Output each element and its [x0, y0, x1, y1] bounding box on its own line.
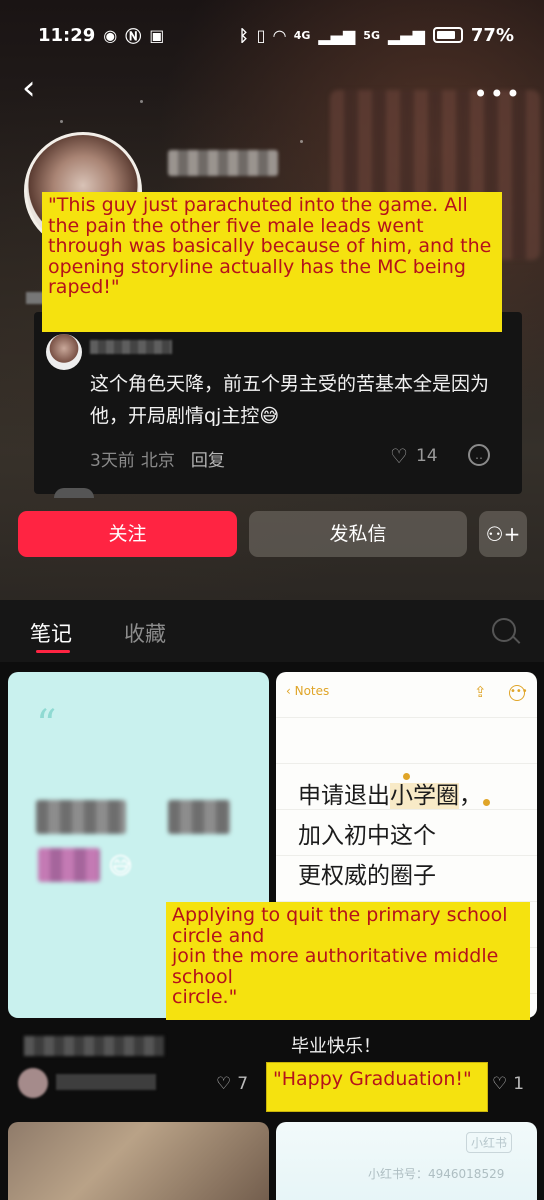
selection-handle — [483, 799, 490, 806]
add-friend-icon[interactable]: ⚇+ — [479, 511, 527, 557]
battery-icon — [432, 27, 463, 43]
commenter-avatar[interactable] — [46, 334, 82, 370]
blurred-username — [168, 150, 278, 176]
search-icon[interactable] — [492, 618, 516, 642]
notes-text-segment: 申请退出 — [298, 783, 390, 809]
blurred-cover-text — [38, 848, 100, 882]
wifi-icon: ◠ — [273, 25, 286, 45]
eye-icon: ◉ — [103, 25, 118, 45]
tab-collections[interactable]: 收藏 — [124, 618, 166, 648]
author-avatar[interactable] — [18, 1068, 48, 1098]
signal-icon: ▂▄▆ — [387, 25, 425, 45]
note-like-count: 7 — [237, 1074, 249, 1094]
note-like-button[interactable]: ♡ 7 — [216, 1074, 248, 1094]
xiaohongshu-watermark-id: 小红书号：4946018529 — [368, 1167, 505, 1181]
profile-tabs: 笔记 收藏 — [0, 600, 544, 662]
notes-back-label: ‹ Notes — [286, 684, 330, 698]
blurred-cover-text — [168, 800, 230, 834]
next-comment-avatar — [54, 488, 94, 498]
blurred-author-name — [56, 1074, 156, 1090]
translation-caption-note: Applying to quit the primary school circ… — [166, 902, 530, 1020]
notes-text-line: 申请退出小学圈， — [298, 776, 482, 810]
tab-notes[interactable]: 笔记 — [30, 618, 72, 648]
more-circle-icon: ••• — [509, 685, 528, 701]
notes-text-segment: ， — [459, 783, 482, 809]
comment-card: 这个角色天降，前五个男主受的苦基本全是因为他，开局剧情qj主控😅 3天前 北京 … — [34, 312, 522, 498]
send-message-button[interactable]: 发私信 — [249, 511, 467, 557]
network-4g-label: 4G — [293, 28, 311, 42]
heart-icon: ♡ — [216, 1074, 232, 1094]
comment-location: 北京 — [140, 451, 175, 471]
blurred-note-title — [24, 1036, 164, 1056]
note-card-bottom-left-cover[interactable] — [8, 1122, 269, 1200]
xiaohongshu-watermark-logo: 小红书 — [466, 1132, 513, 1153]
notes-highlighted-text: 小学圈 — [390, 783, 459, 809]
more-options-icon[interactable]: ••• — [474, 80, 522, 108]
nfc-icon: Ⓝ — [125, 27, 142, 46]
active-tab-indicator — [36, 650, 70, 653]
network-5g-label: 5G — [363, 28, 380, 42]
quote-mark: “ — [36, 702, 57, 748]
back-chevron-icon[interactable]: ‹ — [22, 70, 52, 110]
star-speck — [300, 140, 303, 143]
status-time: 11:29 — [38, 24, 96, 46]
status-bar: 11:29 ◉ Ⓝ ▣ ᛒ ▯ ◠ 4G ▂▄▆ 5G ▂▄▆ 77% — [0, 0, 544, 70]
notes-text-line: 更权威的圈子 — [298, 863, 436, 889]
battery-level: 77% — [470, 24, 514, 46]
emoji-icon: 😅 — [108, 852, 134, 880]
share-icon: ⇪ — [474, 683, 487, 701]
bluetooth-icon: ᛒ — [238, 25, 249, 45]
app-notification-icon: ▣ — [149, 25, 165, 45]
comment-like-button[interactable]: ♡ 14 — [390, 444, 438, 468]
note-like-button[interactable]: ♡ 1 — [492, 1074, 524, 1094]
reply-button[interactable]: 回复 — [191, 446, 225, 471]
notes-text-line: 加入初中这个 — [298, 823, 436, 849]
star-speck — [140, 100, 143, 103]
comment-like-count: 14 — [415, 446, 438, 466]
translation-caption-title: "Happy Graduation!" — [266, 1062, 488, 1112]
blurred-cover-text — [36, 800, 126, 834]
heart-icon: ♡ — [390, 444, 408, 468]
follow-button[interactable]: 关注 — [18, 511, 237, 557]
selection-handle — [403, 773, 410, 780]
vibrate-icon: ▯ — [256, 25, 266, 45]
note-title: 毕业快乐！ — [291, 1036, 381, 1057]
comment-meta: 3天前 北京 回复 — [90, 446, 225, 471]
comment-text: 这个角色天降，前五个男主受的苦基本全是因为他，开局剧情qj主控😅 — [90, 373, 490, 427]
translation-caption-comment: "This guy just parachuted into the game.… — [42, 192, 502, 332]
signal-icon: ▂▄▆ — [318, 25, 356, 45]
note-like-count: 1 — [513, 1074, 525, 1094]
blurred-commenter-name — [90, 340, 172, 354]
comment-time: 3天前 — [90, 451, 135, 471]
dislike-face-icon[interactable]: ‥ — [468, 444, 490, 466]
star-speck — [60, 120, 63, 123]
heart-icon: ♡ — [492, 1074, 508, 1094]
